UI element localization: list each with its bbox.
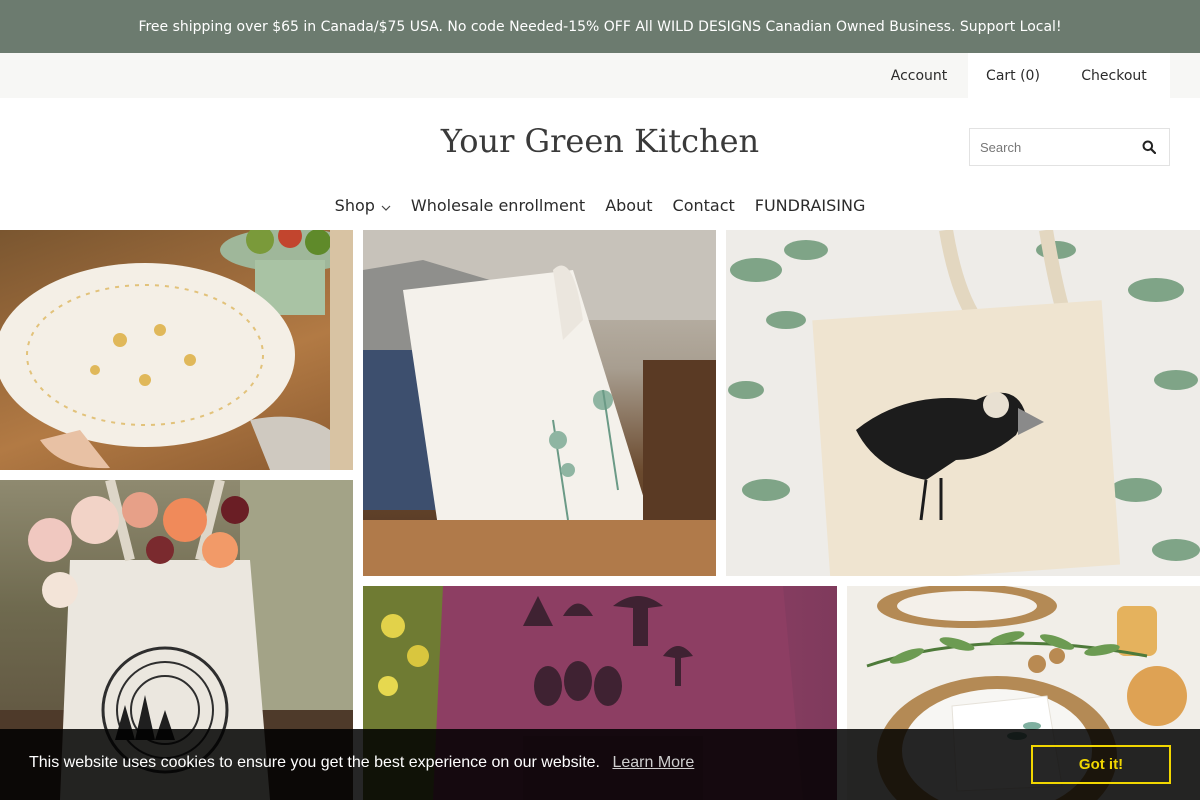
- cookie-message: This website uses cookies to ensure you …: [29, 754, 600, 771]
- announcement-text: Free shipping over $65 in Canada/$75 USA…: [138, 18, 1062, 35]
- cookie-banner: This website uses cookies to ensure you …: [0, 729, 1200, 800]
- nav-about[interactable]: About: [605, 196, 652, 215]
- top-utility-bar: Account Cart (0) Checkout: [0, 53, 1200, 98]
- account-link[interactable]: Account: [870, 53, 968, 98]
- account-links: Account Cart (0) Checkout: [870, 53, 1170, 98]
- nav-wholesale[interactable]: Wholesale enrollment: [411, 196, 585, 215]
- search-icon[interactable]: [1129, 129, 1169, 165]
- tea-towel-image[interactable]: [363, 230, 716, 576]
- chevron-down-icon: [381, 196, 391, 215]
- cookie-message-row: This website uses cookies to ensure you …: [29, 754, 694, 772]
- checkout-link[interactable]: Checkout: [1058, 53, 1170, 98]
- announcement-bar: Free shipping over $65 in Canada/$75 USA…: [0, 0, 1200, 53]
- nav-contact[interactable]: Contact: [673, 196, 735, 215]
- main-nav: Shop Wholesale enrollment About Contact …: [0, 188, 1200, 222]
- search-box: [969, 128, 1170, 166]
- nav-shop[interactable]: Shop: [335, 196, 391, 215]
- nav-shop-label: Shop: [334, 195, 375, 215]
- site-title[interactable]: Your Green Kitchen: [441, 122, 759, 160]
- cart-link[interactable]: Cart (0): [968, 53, 1058, 98]
- puffin-tote-image[interactable]: [726, 230, 1200, 576]
- nav-fundraising[interactable]: FUNDRAISING: [755, 196, 866, 215]
- bowl-cover-image[interactable]: [0, 230, 353, 470]
- search-input[interactable]: [970, 129, 1129, 165]
- cookie-accept-button[interactable]: Got it!: [1031, 745, 1171, 784]
- learn-more-link[interactable]: Learn More: [612, 754, 694, 771]
